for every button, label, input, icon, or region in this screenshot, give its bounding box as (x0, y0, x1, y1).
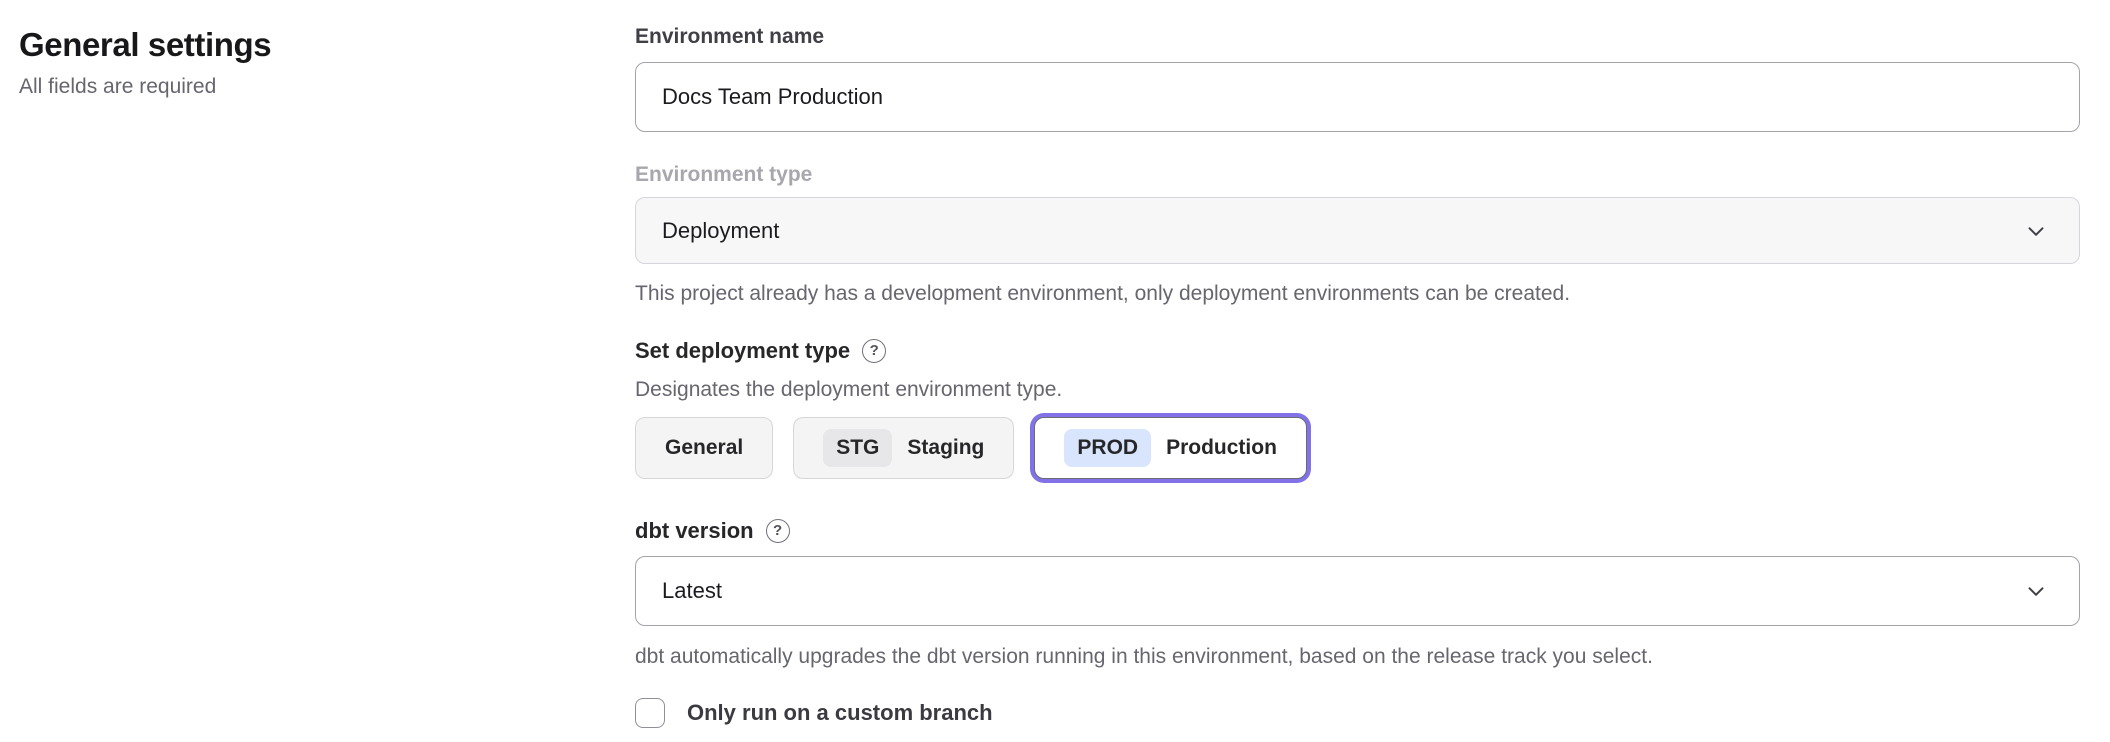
production-badge: PROD (1064, 429, 1151, 467)
deployment-type-general-button[interactable]: General (635, 417, 773, 479)
dbt-version-header: dbt version ? (635, 517, 2080, 544)
deployment-type-label: Set deployment type (635, 337, 850, 364)
deployment-type-general-label: General (665, 436, 743, 460)
page-title: General settings (19, 24, 579, 66)
dbt-version-label: dbt version (635, 517, 754, 544)
custom-branch-row: Only run on a custom branch (635, 698, 2080, 728)
deployment-type-production-label: Production (1166, 436, 1277, 460)
help-question-icon[interactable]: ? (766, 519, 790, 543)
environment-name-label: Environment name (635, 24, 2080, 50)
deployment-type-options: General STG Staging PROD Production (635, 417, 2080, 479)
help-question-icon[interactable]: ? (862, 339, 886, 363)
environment-type-select[interactable]: Deployment (635, 197, 2080, 264)
deployment-type-staging-label: Staging (907, 436, 984, 460)
environment-type-helper: This project already has a development e… (635, 281, 2080, 307)
deployment-type-staging-button[interactable]: STG Staging (793, 417, 1014, 479)
dbt-version-helper: dbt automatically upgrades the dbt versi… (635, 644, 2080, 670)
deployment-type-helper: Designates the deployment environment ty… (635, 377, 2080, 403)
chevron-down-icon (2023, 578, 2049, 604)
deployment-type-header: Set deployment type ? (635, 337, 2080, 364)
environment-type-label: Environment type (635, 162, 2080, 188)
environment-name-input[interactable] (635, 62, 2080, 132)
staging-badge: STG (823, 429, 892, 467)
deployment-type-production-button[interactable]: PROD Production (1034, 417, 1307, 479)
dbt-version-value: Latest (662, 578, 722, 604)
custom-branch-label[interactable]: Only run on a custom branch (687, 699, 993, 727)
settings-header: General settings All fields are required (19, 24, 579, 100)
settings-form: Environment name Environment type Deploy… (635, 24, 2080, 728)
dbt-version-select[interactable]: Latest (635, 556, 2080, 626)
chevron-down-icon (2023, 218, 2049, 244)
custom-branch-checkbox[interactable] (635, 698, 665, 728)
environment-type-value: Deployment (662, 218, 779, 244)
page-subtitle: All fields are required (19, 73, 579, 100)
general-settings-page: General settings All fields are required… (0, 0, 2110, 742)
